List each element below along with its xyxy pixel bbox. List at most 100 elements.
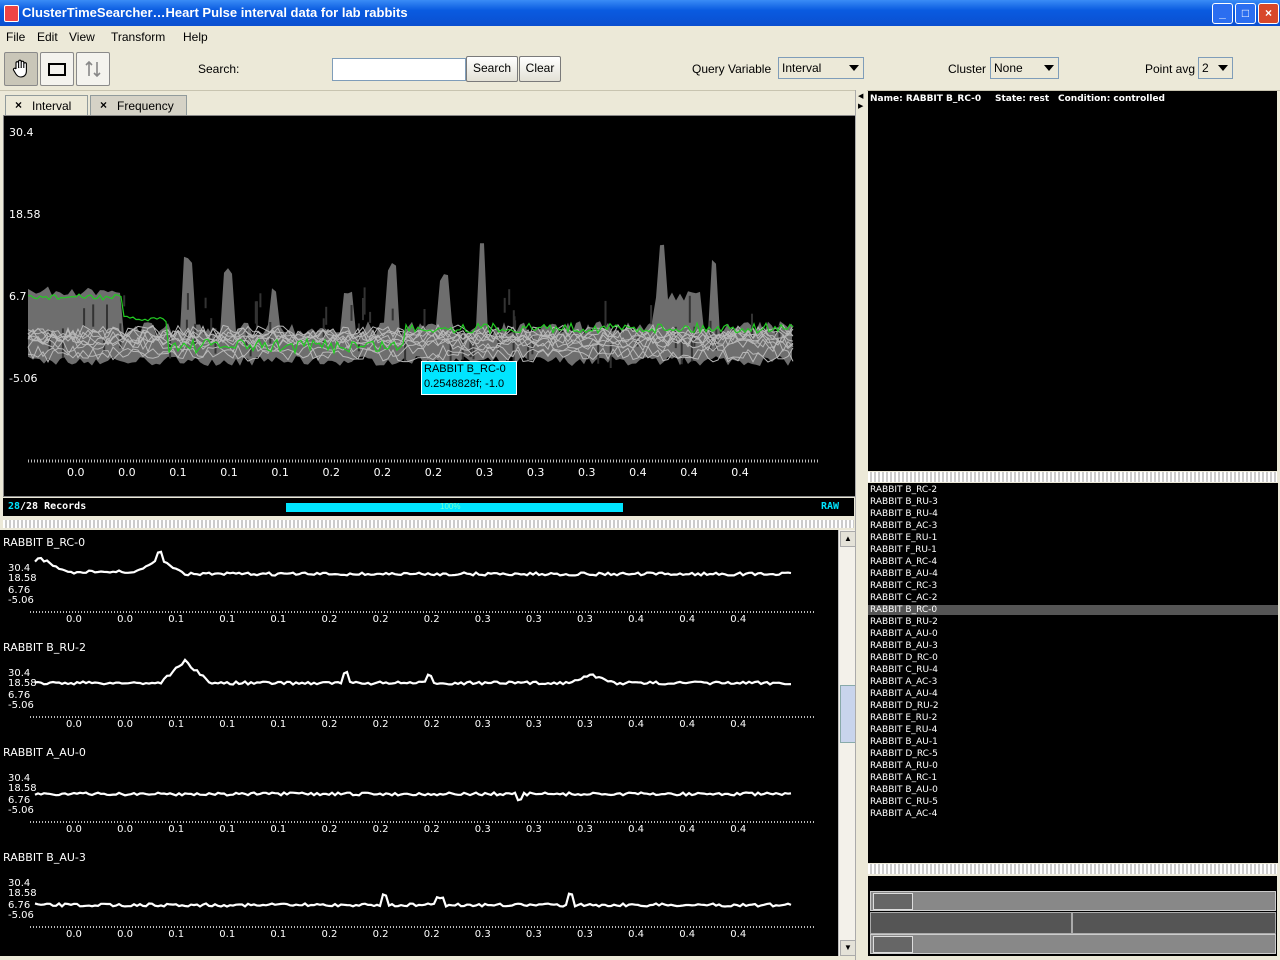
small-y-tick-label: -5.06 [8,595,34,606]
main-chart-panel[interactable]: 30.4 18.58 6.7 -5.06 0.0 0.0 0.1 0.1 0.1 0.2 0.2 0… [3,115,856,497]
record-list-item[interactable]: RABBIT A_AC-3 [870,677,937,687]
record-list-item[interactable]: RABBIT E_RU-2 [870,713,937,723]
tooltip-value: 0.2548828f; -1.0 [424,378,505,390]
bottom-slider-handle[interactable] [873,936,913,953]
bottom-range-slider[interactable] [870,934,1276,954]
minimize-button[interactable]: _ [1212,3,1233,24]
menu-edit[interactable]: Edit [37,30,58,44]
small-charts-scrollbar[interactable]: ▲ ▼ [838,530,856,956]
time-range-divider[interactable] [1071,913,1073,933]
record-list-item[interactable]: RABBIT B_AU-3 [870,641,938,651]
detail-name: Name: RABBIT B_RC-0 [870,94,982,104]
small-x-tick-label: 0.0 [117,719,133,730]
record-list-item[interactable]: RABBIT D_RU-2 [870,701,939,711]
tooltip-name: RABBIT B_RC-0 [424,363,506,375]
small-x-tick-label: 0.0 [117,614,133,625]
menu-transform[interactable]: Transform [111,30,165,44]
small-chart[interactable]: RABBIT A_AU-030.418.586.76-5.060.0 0.0 0.1… [3,746,815,835]
detail-panel: Name: RABBIT B_RC-0 State: rest Conditio… [868,91,1277,471]
small-x-tick-label: 0.4 [679,929,695,940]
record-list-item[interactable]: RABBIT A_AC-4 [870,809,937,819]
menu-bar: File Edit View Transform Help [0,27,1280,48]
chevron-down-icon [1044,65,1054,71]
menu-view[interactable]: View [69,30,95,44]
record-list-item[interactable]: RABBIT D_RC-5 [870,749,938,759]
small-x-tick-label: 0.0 [117,929,133,940]
record-list-item[interactable]: RABBIT C_RU-5 [870,797,938,807]
small-chart[interactable]: RABBIT B_AU-330.418.586.76-5.060.0 0.0 0.1… [3,851,815,940]
cluster-select[interactable]: None [990,57,1059,79]
record-list-item[interactable]: RABBIT B_AU-0 [870,785,938,795]
scroll-down-icon[interactable]: ▼ [840,940,856,956]
rectangle-icon [48,63,66,76]
small-charts[interactable]: RABBIT B_RC-030.418.586.76-5.060.0 0.0 0.1… [0,530,838,956]
small-charts-panel[interactable]: RABBIT B_RC-0 30.4 18.58 6.76 -5.06 0.0 0.0 0.1… [0,530,838,956]
main-chart[interactable]: 30.4 18.58 6.7 -5.06 0.0 0.0 0.1 0.1 0.1 0.2 0.2 0… [4,116,855,496]
record-list-item[interactable]: RABBIT C_RU-4 [870,665,938,675]
search-label: Search: [198,62,240,76]
record-list-item[interactable]: RABBIT B_RU-2 [870,617,938,627]
maximize-button[interactable]: □ [1235,3,1256,24]
right-splitter-top[interactable] [868,472,1277,482]
record-list-item[interactable]: RABBIT E_RU-1 [870,533,937,543]
sort-tool-button[interactable] [76,52,110,86]
tab-frequency[interactable]: × Frequency [90,95,187,115]
scroll-thumb[interactable] [840,685,856,743]
scroll-up-icon[interactable]: ▲ [840,531,856,547]
record-list-item[interactable]: RABBIT B_RU-3 [870,497,938,507]
point-avg-select[interactable]: 2 [1198,57,1233,79]
close-tab-icon[interactable]: × [15,98,22,112]
tab-interval[interactable]: × Interval [5,95,88,116]
detail-state: State: rest [995,94,1050,104]
splitter-left-arrow-icon[interactable]: ◀ [858,92,863,100]
pan-tool-button[interactable] [4,52,38,86]
progress-bar: 100% [286,502,623,512]
search-button[interactable]: Search [466,56,518,82]
small-x-tick-label: 0.4 [730,719,746,730]
small-x-tick-label: 0.0 [117,824,133,835]
top-range-slider[interactable] [870,891,1276,911]
clear-button[interactable]: Clear [519,56,561,82]
record-list-item[interactable]: RABBIT A_AU-0 [870,629,938,639]
record-list-item[interactable]: RABBIT A_RC-4 [870,557,937,567]
record-list[interactable]: RABBIT B_RC-2 RABBIT B_RU-3 RABBIT B_RU-4 R… [868,483,1278,863]
small-y-tick-label: 18.58 [8,573,37,584]
right-splitter-bottom[interactable] [868,864,1277,874]
query-variable-select[interactable]: Interval [778,57,864,79]
title-bar[interactable]: ClusterTimeSearcher…Heart Pulse interval… [0,0,1280,26]
record-list-item[interactable]: RABBIT B_AU-4 [870,569,938,579]
record-list-item[interactable]: RABBIT B_AU-1 [870,737,938,747]
small-y-tick-label: -5.06 [8,910,34,921]
splitter-right-arrow-icon[interactable]: ▶ [858,102,863,110]
record-count: 28 [8,501,21,512]
rectangle-tool-button[interactable] [40,52,74,86]
small-x-tick-label: 0.0 [66,719,82,730]
hand-icon [12,59,27,78]
top-slider-handle[interactable] [873,893,913,910]
vertical-splitter[interactable]: ◀ ▶ [855,90,867,960]
menu-file[interactable]: File [6,30,25,44]
record-list-item[interactable]: RABBIT C_RC-3 [870,581,937,591]
record-list-item[interactable]: RABBIT B_AC-3 [870,521,937,531]
small-chart[interactable]: RABBIT B_RC-030.418.586.76-5.060.0 0.0 0.1… [3,536,815,625]
record-list-item[interactable]: RABBIT A_RU-0 [870,761,938,771]
record-list-item[interactable]: RABBIT B_RU-4 [870,509,938,519]
horizontal-splitter[interactable] [3,520,854,528]
close-tab-icon[interactable]: × [100,98,107,112]
small-x-tick-label: 0.2 [373,719,389,730]
small-x-tick-label: 0.0 [66,929,82,940]
record-list-item[interactable]: RABBIT B_RC-2 [870,485,937,495]
small-x-tick-label: 0.3 [526,929,542,940]
record-list-item[interactable]: RABBIT D_RC-0 [870,653,938,663]
small-chart[interactable]: RABBIT B_RU-230.418.586.76-5.060.0 0.0 0.1… [3,641,815,730]
record-list-item[interactable]: RABBIT B_RC-0 [868,605,1278,615]
record-list-item[interactable]: RABBIT F_RU-1 [870,545,937,555]
record-list-item[interactable]: RABBIT E_RU-4 [870,725,937,735]
menu-help[interactable]: Help [183,30,208,44]
time-range-track[interactable] [870,912,1276,934]
search-input[interactable] [332,58,466,81]
close-button[interactable]: × [1258,3,1279,24]
record-list-item[interactable]: RABBIT A_RC-1 [870,773,937,783]
record-list-item[interactable]: RABBIT A_AU-4 [870,689,938,699]
record-list-item[interactable]: RABBIT C_AC-2 [870,593,937,603]
